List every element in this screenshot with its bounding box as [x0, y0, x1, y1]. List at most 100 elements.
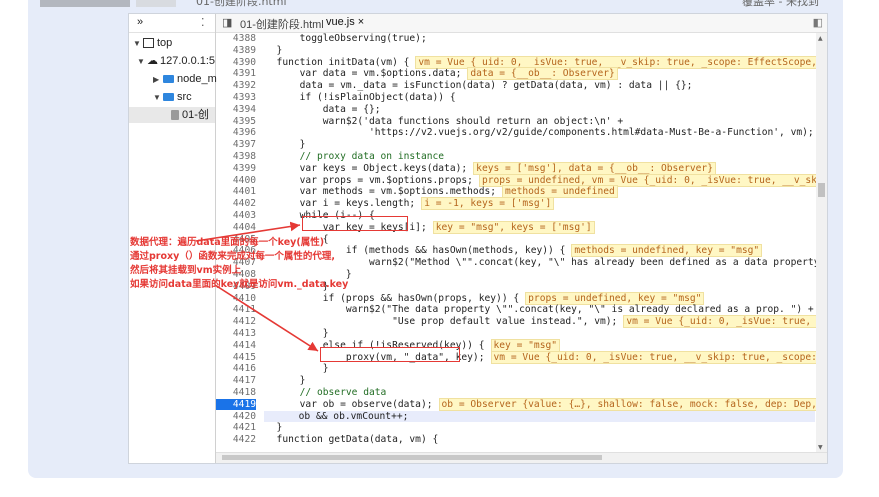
line-number[interactable]: 4412 — [216, 316, 256, 327]
line-number[interactable]: 4410 — [216, 293, 256, 304]
code-line[interactable]: var props = vm.$options.props; props = un… — [265, 173, 827, 187]
tab-html-file[interactable]: 01-创建阶段.html — [240, 16, 324, 32]
line-number[interactable]: 4416 — [216, 363, 256, 374]
line-number[interactable]: 4389 — [216, 45, 256, 56]
line-number[interactable]: 4414 — [216, 340, 256, 351]
tab-vue-js[interactable]: vue.js × — [326, 16, 364, 28]
code-line[interactable]: // proxy data on instance — [265, 151, 444, 162]
header-right-text: 覆盖率 - 未找到 — [742, 0, 819, 8]
code-line[interactable]: function getData(data, vm) { — [265, 434, 439, 445]
code-line[interactable]: warn$2("The data property \"".concat(key… — [265, 304, 814, 315]
code-text: function initData(vm) { — [265, 56, 410, 68]
line-number[interactable]: 4392 — [216, 80, 256, 91]
code-text: toggleObserving(true); — [265, 33, 427, 44]
scroll-up-icon[interactable]: ▲ — [818, 35, 823, 42]
code-line[interactable]: } — [265, 422, 283, 433]
code-text: data = vm._data = isFunction(data) ? get… — [265, 80, 693, 92]
code-line[interactable]: ob && ob.vmCount++; — [264, 410, 815, 422]
line-number[interactable]: 4400 — [216, 175, 256, 186]
horizontal-scrollbar[interactable] — [216, 452, 827, 463]
inline-value-hint: methods = undefined, key = "msg" — [571, 244, 763, 258]
code-line[interactable]: data = vm._data = isFunction(data) ? get… — [265, 80, 693, 92]
line-number[interactable]: 4399 — [216, 163, 256, 174]
code-line[interactable]: 'https://v2.vuejs.org/v2/guide/component… — [265, 126, 827, 140]
line-number[interactable]: 4418 — [216, 387, 256, 398]
expand-triangle-icon: ▼ — [153, 93, 161, 102]
code-line[interactable]: } — [265, 139, 306, 151]
code-line[interactable]: var ob = observe(data); ob = Observer {va… — [265, 397, 827, 411]
horizontal-scrollbar-thumb[interactable] — [222, 455, 602, 460]
inline-value-hint: vm = Vue {_uid: 0, _isVue: true, __v_ski… — [623, 315, 827, 329]
line-number[interactable]: 4388 — [216, 33, 256, 44]
line-number[interactable]: 4415 — [216, 352, 256, 363]
toggle-navigator-icon[interactable]: ◨ — [222, 16, 232, 29]
code-line[interactable]: } — [265, 328, 329, 339]
line-number[interactable]: 4421 — [216, 422, 256, 433]
kebab-menu-icon[interactable]: ⁚ — [201, 16, 205, 29]
code-line[interactable]: if (methods && hasOwn(methods, key)) {me… — [265, 244, 763, 258]
line-number[interactable]: 4395 — [216, 116, 256, 127]
code-line[interactable]: var keys = Object.keys(data); keys = ['ms… — [265, 161, 716, 175]
tree-item-src[interactable]: ▼ src — [153, 89, 192, 105]
more-tabs-icon[interactable]: » — [137, 16, 143, 28]
line-number[interactable]: 4398 — [216, 151, 256, 162]
code-line[interactable]: warn$2('data functions should return an … — [265, 116, 623, 127]
tree-item-file-selected[interactable]: 01-创 — [129, 107, 215, 123]
code-line[interactable]: } — [265, 45, 283, 56]
code-line[interactable]: "Use prop default value instead.", vm); v… — [265, 315, 827, 329]
line-number[interactable]: 4403 — [216, 210, 256, 221]
code-line[interactable]: } — [265, 375, 306, 386]
tree-item-node-modules[interactable]: ▶ node_m — [153, 71, 217, 87]
line-number[interactable]: 4420 — [216, 411, 256, 422]
code-line[interactable]: var methods = vm.$options.methods; method… — [265, 185, 618, 199]
line-number[interactable]: 4413 — [216, 328, 256, 339]
line-number[interactable]: 4393 — [216, 92, 256, 103]
inline-value-hint: vm = Vue {_uid: 0, _isVue: true, __v_ski… — [490, 350, 827, 364]
code-line[interactable]: } — [265, 363, 329, 374]
line-number[interactable]: 4397 — [216, 139, 256, 150]
code-text: "Use prop default value instead.", vm); — [265, 316, 618, 328]
line-number[interactable]: 4417 — [216, 375, 256, 386]
frame-icon — [143, 38, 154, 49]
line-number[interactable]: 4394 — [216, 104, 256, 115]
code-line[interactable]: toggleObserving(true); — [265, 33, 427, 44]
line-number[interactable]: 4402 — [216, 198, 256, 209]
code-text: } — [265, 139, 306, 151]
vertical-scrollbar[interactable]: ▲ ▼ — [816, 33, 827, 453]
annotation-line-2: 通过proxy（）函数来完成对每一个属性的代理, — [130, 251, 335, 262]
cloud-icon: ☁ — [147, 55, 158, 67]
line-number[interactable]: 4391 — [216, 68, 256, 79]
inline-value-hint: data = {__ob__: Observer} — [467, 67, 618, 81]
line-number[interactable]: 4411 — [216, 304, 256, 315]
line-number[interactable]: 4422 — [216, 434, 256, 445]
line-number[interactable]: 4396 — [216, 127, 256, 138]
scroll-down-icon[interactable]: ▼ — [818, 444, 823, 451]
code-line[interactable]: if (props && hasOwn(props, key)) {props … — [265, 291, 705, 305]
line-number[interactable]: 4390 — [216, 57, 256, 68]
tree-item-top[interactable]: ▼ top — [133, 35, 172, 51]
annotation-line-4: 如果访问data里面的key就是访问vm._data.key — [130, 279, 349, 290]
header-path: 01-创建阶段.html — [196, 0, 287, 8]
code-line[interactable]: var data = vm.$options.data; data = {__ob… — [265, 67, 618, 81]
code-line[interactable]: if (!isPlainObject(data)) { — [265, 92, 456, 103]
inline-value-hint: keys = ['msg'], data = {__ob__: Observer… — [473, 161, 716, 175]
line-number[interactable]: 4404 — [216, 222, 256, 233]
code-text: var methods = vm.$options.methods; — [265, 186, 497, 198]
code-text: var ob = observe(data); — [265, 398, 433, 410]
tree-item-label: 127.0.0.1:5 — [160, 55, 216, 67]
line-number[interactable]: 4419 — [216, 398, 256, 410]
toggle-debugger-icon[interactable]: ◧ — [813, 16, 823, 29]
inline-value-hint: i = -1, keys = ['msg'] — [421, 197, 555, 211]
line-number[interactable]: 4401 — [216, 186, 256, 197]
toolbar-remnant — [40, 0, 130, 7]
code-line[interactable]: function initData(vm) {vm = Vue {_uid: 0… — [265, 55, 827, 69]
code-text: warn$2("The data property \"".concat(key… — [265, 304, 814, 316]
code-line[interactable]: warn$2("Method \"".concat(key, "\" has a… — [265, 257, 827, 268]
scrollbar-thumb[interactable] — [818, 183, 825, 197]
code-text: // observe data — [265, 387, 387, 398]
code-line[interactable]: // observe data — [265, 387, 387, 398]
code-line[interactable]: data = {}; — [265, 104, 381, 115]
editor-tab-bar: ◨ 01-创建阶段.html vue.js × ◧ — [216, 14, 827, 33]
code-line[interactable]: var i = keys.length; i = -1, keys = ['msg… — [265, 197, 555, 211]
tree-item-host[interactable]: ▼ ☁ 127.0.0.1:5 — [137, 53, 215, 69]
